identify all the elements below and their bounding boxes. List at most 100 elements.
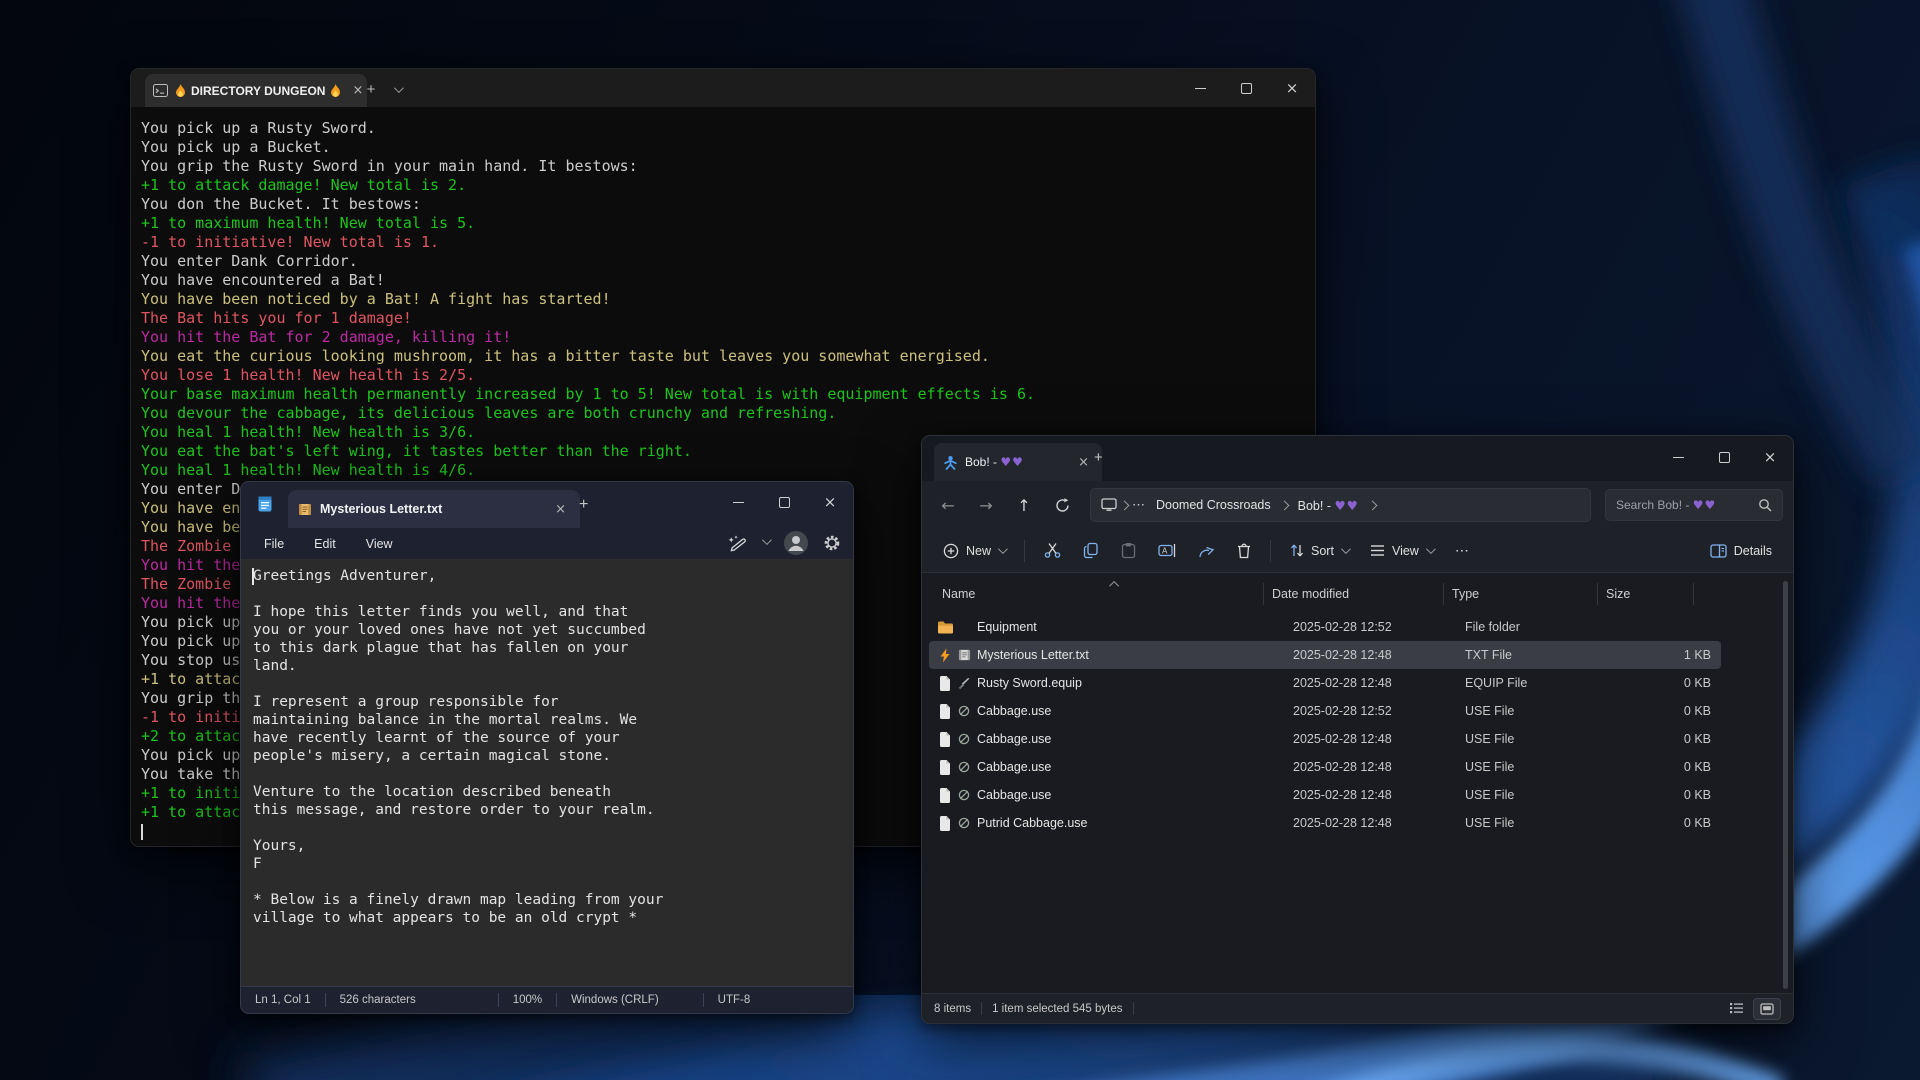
view-button[interactable]: View [1361, 537, 1442, 565]
breadcrumb-ellipsis[interactable]: ⋯ [1132, 497, 1146, 513]
delete-icon[interactable] [1228, 536, 1260, 566]
notepad-close-button[interactable]: × [807, 482, 853, 522]
notepad-line: maintaining balance in the mortal realms… [253, 711, 853, 729]
terminal-line: You hit the Bat for 2 damage, killing it… [141, 328, 1315, 347]
terminal-line: You devour the cabbage, its delicious le… [141, 404, 1315, 423]
notepad-new-tab-button[interactable]: + [579, 496, 588, 514]
notepad-line: Greetings Adventurer, [253, 567, 853, 585]
explorer-tab-close-icon[interactable]: × [1074, 455, 1093, 470]
explorer-new-tab-button[interactable]: + [1094, 449, 1103, 466]
details-view-toggle[interactable] [1723, 998, 1749, 1018]
more-options-button[interactable]: ⋯ [1446, 535, 1480, 566]
file-type: USE File [1465, 788, 1615, 802]
line-ending[interactable]: Windows (CRLF) [557, 994, 673, 1006]
terminal-line: You pick up a Rusty Sword. [141, 119, 1315, 138]
file-row[interactable]: Cabbage.use 2025-02-28 12:48 USE File 0 … [929, 753, 1721, 781]
notepad-line: have recently learnt of the source of yo… [253, 729, 853, 747]
notepad-tab-close-icon[interactable]: × [551, 502, 570, 517]
share-icon[interactable] [1189, 536, 1224, 566]
file-size: 0 KB [1615, 788, 1721, 802]
file-name: Cabbage.use [973, 704, 1293, 718]
file-name: Equipment [973, 620, 1293, 634]
address-bar[interactable]: ⋯ Doomed Crossroads Bob! - ♥♥ [1090, 488, 1591, 522]
item-count: 8 items [934, 1003, 971, 1015]
terminal-line: +1 to attack damage! New total is 2. [141, 176, 1315, 195]
rename-icon[interactable]: A [1149, 536, 1185, 565]
file-row[interactable]: Putrid Cabbage.use 2025-02-28 12:48 USE … [929, 809, 1721, 837]
menu-file[interactable]: File [251, 533, 297, 555]
cabbage-leaf-icon [955, 789, 973, 801]
explorer-tab[interactable]: Bob! - ♥♥ × [934, 443, 1102, 481]
notepad-tab[interactable]: Mysterious Letter.txt × [288, 490, 580, 528]
file-row[interactable]: Cabbage.use 2025-02-28 12:48 USE File 0 … [929, 781, 1721, 809]
explorer-minimize-button[interactable] [1655, 436, 1701, 478]
file-row[interactable]: Rusty Sword.equip 2025-02-28 12:48 EQUIP… [929, 669, 1721, 697]
file-date: 2025-02-28 12:48 [1293, 732, 1465, 746]
terminal-maximize-button[interactable] [1223, 69, 1269, 107]
file-row[interactable]: Cabbage.use 2025-02-28 12:48 USE File 0 … [929, 725, 1721, 753]
notepad-window: Mysterious Letter.txt × + × File Edit Vi… [240, 481, 854, 1014]
file-name: Rusty Sword.equip [973, 676, 1293, 690]
settings-gear-icon[interactable] [823, 534, 841, 552]
file-row[interactable]: Equipment 2025-02-28 12:52 File folder [929, 613, 1721, 641]
column-type[interactable]: Type [1444, 583, 1598, 605]
notepad-line: village to what appears to be an old cry… [253, 909, 853, 927]
explorer-window: Bob! - ♥♥ × + × ← → ↑ ⋯ Doomed Crossroad… [921, 435, 1794, 1024]
terminal-line: You lose 1 health! New health is 2/5. [141, 366, 1315, 385]
explorer-maximize-button[interactable] [1701, 436, 1747, 478]
file-name: Cabbage.use [973, 760, 1293, 774]
notepad-line: I represent a group responsible for [253, 693, 853, 711]
column-date-modified[interactable]: Date modified [1264, 583, 1444, 605]
breadcrumb-current[interactable]: Bob! - ♥♥ [1292, 496, 1365, 515]
file-type: EQUIP File [1465, 676, 1615, 690]
breadcrumb-parent[interactable]: Doomed Crossroads [1150, 496, 1277, 514]
new-button[interactable]: New [934, 536, 1014, 566]
encoding[interactable]: UTF-8 [704, 994, 765, 1006]
cabbage-leaf-icon [955, 817, 973, 829]
file-row[interactable]: Cabbage.use 2025-02-28 12:52 USE File 0 … [929, 697, 1721, 725]
terminal-tab-dropdown-button[interactable] [385, 77, 409, 101]
file-page-icon [935, 788, 955, 803]
refresh-icon[interactable] [1046, 490, 1078, 520]
menu-view[interactable]: View [353, 533, 406, 555]
rewrite-pen-icon[interactable] [726, 534, 748, 552]
file-name: Cabbage.use [973, 788, 1293, 802]
details-view-icon [1729, 1002, 1744, 1014]
notepad-text-area[interactable]: Greetings Adventurer, I hope this letter… [241, 559, 853, 986]
menu-edit[interactable]: Edit [301, 533, 349, 555]
paste-icon[interactable] [1112, 535, 1145, 566]
explorer-close-button[interactable]: × [1747, 436, 1793, 478]
copy-icon[interactable] [1074, 535, 1108, 566]
back-button[interactable]: ← [932, 490, 964, 520]
rewrite-dropdown-icon[interactable] [762, 535, 772, 545]
terminal-new-tab-button[interactable]: + [359, 77, 383, 101]
thumbnail-view-toggle[interactable] [1753, 998, 1781, 1020]
cut-icon[interactable] [1035, 535, 1070, 566]
search-box[interactable]: Search Bob! - ♥♥ [1605, 489, 1783, 521]
notepad-line: I hope this letter finds you well, and t… [253, 603, 853, 621]
sort-arrows-icon [1290, 543, 1304, 558]
notepad-line: to this dark plague that has fallen on y… [253, 639, 853, 657]
notepad-minimize-button[interactable] [715, 482, 761, 522]
terminal-tab[interactable]: DIRECTORY DUNGEON × [145, 74, 367, 107]
terminal-close-button[interactable]: × [1269, 69, 1315, 107]
sort-button[interactable]: Sort [1281, 536, 1357, 565]
list-scrollbar[interactable] [1783, 581, 1788, 989]
file-page-icon [935, 676, 955, 691]
forward-button[interactable]: → [970, 490, 1002, 520]
column-name[interactable]: Name [934, 583, 1264, 605]
zoom-level[interactable]: 100% [499, 994, 556, 1006]
file-row-selected[interactable]: Mysterious Letter.txt 2025-02-28 12:48 T… [929, 641, 1721, 669]
terminal-tab-title: DIRECTORY DUNGEON [191, 84, 325, 98]
up-button[interactable]: ↑ [1008, 490, 1040, 520]
account-avatar[interactable] [783, 530, 809, 556]
notepad-maximize-button[interactable] [761, 482, 807, 522]
terminal-line: Your base maximum health permanently inc… [141, 385, 1315, 404]
notepad-status-bar: Ln 1, Col 1 526 characters 100% Windows … [241, 986, 853, 1013]
details-pane-button[interactable]: Details [1701, 537, 1781, 565]
file-size: 0 KB [1615, 676, 1721, 690]
terminal-minimize-button[interactable] [1177, 69, 1223, 107]
column-size[interactable]: Size [1598, 583, 1694, 605]
search-icon[interactable] [1758, 498, 1772, 512]
scroll-icon [955, 649, 973, 661]
